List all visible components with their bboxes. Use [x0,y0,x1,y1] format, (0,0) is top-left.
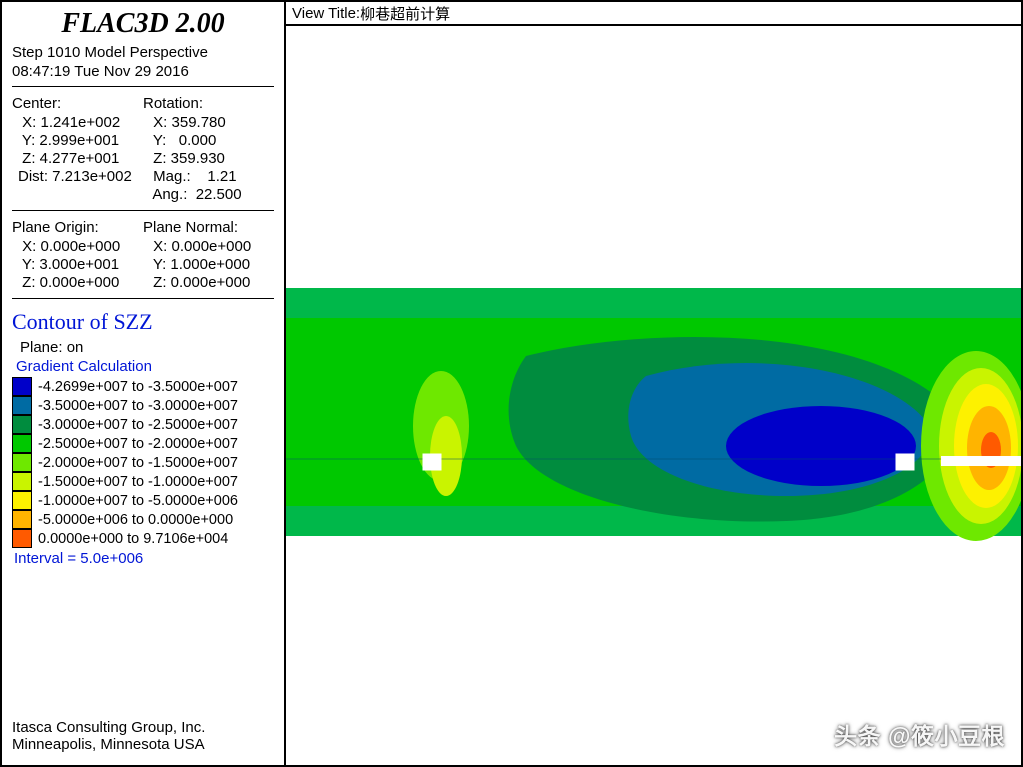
main-panel: View Title: 柳巷超前计算 [286,2,1021,765]
legend-label: 0.0000e+000 to 9.7106e+004 [38,531,228,547]
legend-swatch [12,396,32,415]
legend-label: -1.0000e+007 to -5.0000e+006 [38,493,238,509]
legend-row: -4.2699e+007 to -3.5000e+007 [12,377,274,396]
center-rotation-block: Center: X: 1.241e+002 Y: 2.999e+001 Z: 4… [12,95,274,204]
plot-area[interactable]: 头条 @筱小豆根 [286,26,1021,765]
info-sidebar: FLAC3D 2.00 Step 1010 Model Perspective … [2,2,286,765]
center-z: Z: 4.277e+001 [12,150,143,167]
gradient-calc-label: Gradient Calculation [12,358,274,375]
plane-normal-z: Z: 0.000e+000 [143,274,274,291]
legend-label: -5.0000e+006 to 0.0000e+000 [38,512,233,528]
view-title-value: 柳巷超前计算 [360,3,450,24]
dist: Dist: 7.213e+002 [12,168,143,185]
legend: -4.2699e+007 to -3.5000e+007 -3.5000e+007… [12,377,274,548]
legend-swatch [12,510,32,529]
watermark: 头条 @筱小豆根 [834,717,1005,751]
interval: Interval = 5.0e+006 [12,550,274,567]
legend-swatch [12,434,32,453]
view-title-label: View Title: [292,5,360,22]
plane-normal-x: X: 0.000e+000 [143,238,274,255]
mag: Mag.: 1.21 [143,168,274,185]
rot-x: X: 359.780 [143,114,274,131]
center-y: Y: 2.999e+001 [12,132,143,149]
legend-row: -5.0000e+006 to 0.0000e+000 [12,510,274,529]
center-x: X: 1.241e+002 [12,114,143,131]
plane-origin-label: Plane Origin: [12,219,143,236]
legend-row: -2.0000e+007 to -1.5000e+007 [12,453,274,472]
app-title: FLAC3D 2.00 [12,6,274,44]
plane-normal-label: Plane Normal: [143,219,274,236]
plane-on: Plane: on [12,339,274,356]
legend-swatch [12,491,32,510]
step-line: Step 1010 Model Perspective [12,44,274,61]
legend-label: -2.5000e+007 to -2.0000e+007 [38,436,238,452]
legend-swatch [12,415,32,434]
rot-z: Z: 359.930 [143,150,274,167]
center-label: Center: [12,95,143,112]
timestamp: 08:47:19 Tue Nov 29 2016 [12,63,274,80]
legend-swatch [12,453,32,472]
contour-title: Contour of SZZ [12,309,274,335]
divider [12,298,274,299]
legend-row: -3.5000e+007 to -3.0000e+007 [12,396,274,415]
footer-line-2: Minneapolis, Minnesota USA [12,736,274,753]
footer: Itasca Consulting Group, Inc. Minneapoli… [12,719,274,753]
legend-swatch [12,377,32,396]
app-window: FLAC3D 2.00 Step 1010 Model Perspective … [0,0,1023,767]
plane-origin-z: Z: 0.000e+000 [12,274,143,291]
legend-label: -3.5000e+007 to -3.0000e+007 [38,398,238,414]
view-title-bar: View Title: 柳巷超前计算 [286,2,1021,26]
legend-swatch [12,472,32,491]
plane-origin-x: X: 0.000e+000 [12,238,143,255]
legend-label: -2.0000e+007 to -1.5000e+007 [38,455,238,471]
divider [12,210,274,211]
divider [12,86,274,87]
legend-label: -1.5000e+007 to -1.0000e+007 [38,474,238,490]
legend-swatch [12,529,32,548]
legend-row: -1.5000e+007 to -1.0000e+007 [12,472,274,491]
rotation-label: Rotation: [143,95,274,112]
contour-plot-svg [286,26,1021,765]
legend-label: -4.2699e+007 to -3.5000e+007 [38,379,238,395]
legend-row: 0.0000e+000 to 9.7106e+004 [12,529,274,548]
plane-normal-y: Y: 1.000e+000 [143,256,274,273]
footer-line-1: Itasca Consulting Group, Inc. [12,719,274,736]
legend-row: -1.0000e+007 to -5.0000e+006 [12,491,274,510]
legend-row: -2.5000e+007 to -2.0000e+007 [12,434,274,453]
plane-origin-y: Y: 3.000e+001 [12,256,143,273]
plane-block: Plane Origin: X: 0.000e+000 Y: 3.000e+00… [12,219,274,292]
legend-row: -3.0000e+007 to -2.5000e+007 [12,415,274,434]
ang: Ang.: 22.500 [143,186,274,203]
rot-y: Y: 0.000 [143,132,274,149]
legend-label: -3.0000e+007 to -2.5000e+007 [38,417,238,433]
